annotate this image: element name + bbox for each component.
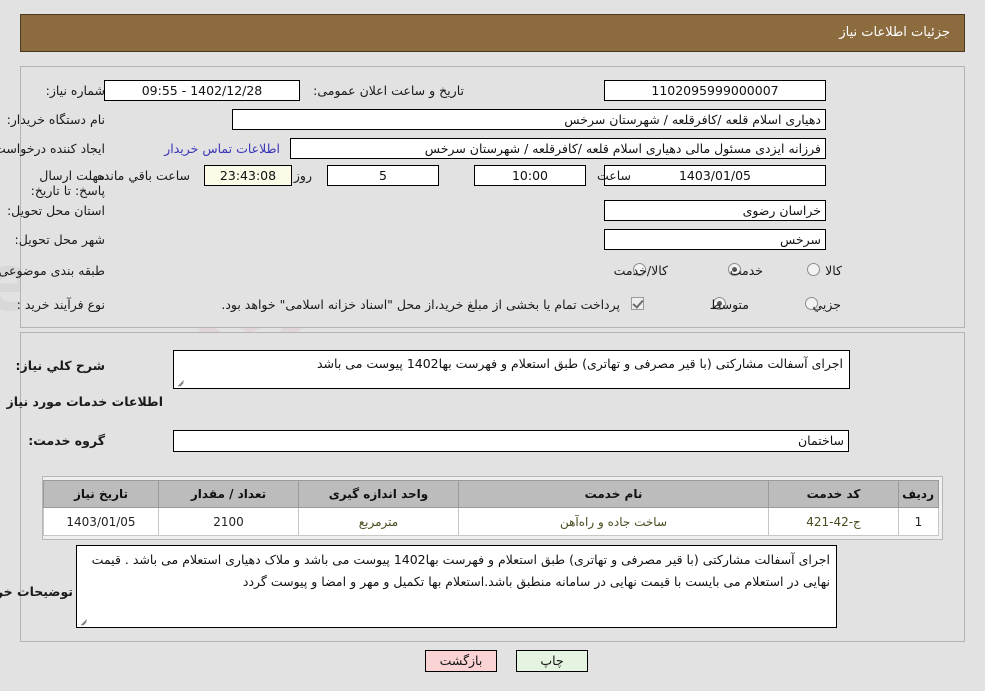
- delivery-city-label: شهر محل تحویل:: [14, 232, 105, 247]
- col-header-quantity: تعداد / مقدار: [158, 480, 299, 508]
- general-description-value: اجرای آسفالت مشارکتی (با قیر مصرفی و تها…: [317, 356, 843, 371]
- cell-row-no: 1: [898, 507, 939, 536]
- buyer-contact-link[interactable]: اطلاعات تماس خریدار: [164, 141, 280, 156]
- deadline-date-value: 1403/01/05: [604, 165, 826, 186]
- checkbox-treasury-documents-label: پرداخت تمام یا بخشی از مبلغ خرید،از محل …: [221, 297, 620, 312]
- checkbox-treasury-documents[interactable]: [631, 297, 644, 310]
- table-header-row: ردیف کد خدمت نام خدمت واحد اندازه گیری ت…: [43, 480, 939, 508]
- need-number-value: 1102095999000007: [604, 80, 826, 101]
- general-description-textarea[interactable]: اجرای آسفالت مشارکتی (با قیر مصرفی و تها…: [173, 350, 850, 389]
- service-group-label: گروه خدمت:: [28, 433, 105, 448]
- deadline-days-value: 5: [327, 165, 439, 186]
- buyer-comments-textarea[interactable]: اجرای آسفالت مشارکتی (با قیر مصرفی و تها…: [76, 545, 837, 628]
- resize-grip-icon[interactable]: [79, 616, 89, 626]
- col-header-row-no: ردیف: [898, 480, 939, 508]
- cell-quantity: 2100: [158, 507, 299, 536]
- delivery-province-value: خراسان رضوی: [604, 200, 826, 221]
- radio-category-khedmat-label: خدمت: [729, 263, 763, 278]
- announce-datetime-value: 1402/12/28 - 09:55: [104, 80, 300, 101]
- request-creator-label: ایجاد کننده درخواست:: [0, 141, 105, 156]
- need-number-label: شماره نیاز:: [45, 83, 105, 98]
- delivery-province-label: استان محل تحویل:: [6, 203, 105, 218]
- request-creator-value: فرزانه ایزدی مسئول مالی دهیاری اسلام قلع…: [290, 138, 826, 159]
- page-root: AriaTender.net جزئیات اطلاعات نیاز شماره…: [0, 0, 985, 691]
- deadline-label: مهلت ارسال پاسخ: تا تاریخ:: [30, 168, 105, 198]
- page-title: جزئیات اطلاعات نیاز: [839, 25, 950, 40]
- general-description-label: شرح کلي نیاز:: [15, 358, 105, 373]
- announce-datetime-label: تاریخ و ساعت اعلان عمومی:: [313, 83, 464, 98]
- radio-category-kala-khedmat-label: کالا/خدمت: [613, 263, 668, 278]
- cell-unit: مترمربع: [298, 507, 459, 536]
- deadline-time-label: ساعت: [596, 168, 631, 183]
- radio-process-motavasset-label: متوسط: [709, 297, 749, 312]
- table-row: 1 ج-42-421 ساخت جاده و راه‌آهن مترمربع 2…: [43, 507, 939, 536]
- col-header-need-date: تاریخ نیاز: [43, 480, 159, 508]
- buyer-org-label: نام دستگاه خریدار:: [6, 112, 105, 127]
- radio-process-jozi-label: جزیي: [812, 297, 841, 312]
- buyer-org-value: دهیاری اسلام قلعه /کافرقلعه / شهرستان سر…: [232, 109, 826, 130]
- buyer-comments-value: اجرای آسفالت مشارکتی (با قیر مصرفی و تها…: [91, 552, 830, 589]
- radio-category-kala-label: کالا: [825, 263, 842, 278]
- subject-category-label: طبقه بندی موضوعی:: [0, 263, 105, 278]
- col-header-unit: واحد اندازه گیری: [298, 480, 459, 508]
- radio-category-kala[interactable]: [807, 263, 820, 276]
- resize-grip-icon[interactable]: [176, 377, 186, 387]
- deadline-countdown-suffix-label: ساعت باقي مانده: [97, 168, 190, 183]
- services-section-heading: اطلاعات خدمات مورد نیاز: [6, 394, 164, 409]
- back-button[interactable]: بازگشت: [425, 650, 497, 672]
- deadline-time-value: 10:00: [474, 165, 586, 186]
- cell-need-date: 1403/01/05: [43, 507, 159, 536]
- service-group-value: ساختمان: [173, 430, 849, 452]
- cell-service-name: ساخت جاده و راه‌آهن: [458, 507, 769, 536]
- buyer-comments-label: توضیحات خریدار:: [0, 584, 73, 599]
- header-bar: جزئیات اطلاعات نیاز: [20, 14, 965, 52]
- col-header-service-name: نام خدمت: [458, 480, 769, 508]
- delivery-city-value: سرخس: [604, 229, 826, 250]
- services-table: ردیف کد خدمت نام خدمت واحد اندازه گیری ت…: [43, 480, 939, 536]
- deadline-countdown-value: 23:43:08: [204, 165, 292, 186]
- cell-service-code: ج-42-421: [768, 507, 899, 536]
- services-table-container: ردیف کد خدمت نام خدمت واحد اندازه گیری ت…: [42, 476, 943, 540]
- col-header-service-code: کد خدمت: [768, 480, 899, 508]
- need-info-panel: [20, 66, 965, 328]
- purchase-process-label: نوع فرآیند خرید :: [16, 297, 105, 312]
- print-button[interactable]: چاپ: [516, 650, 588, 672]
